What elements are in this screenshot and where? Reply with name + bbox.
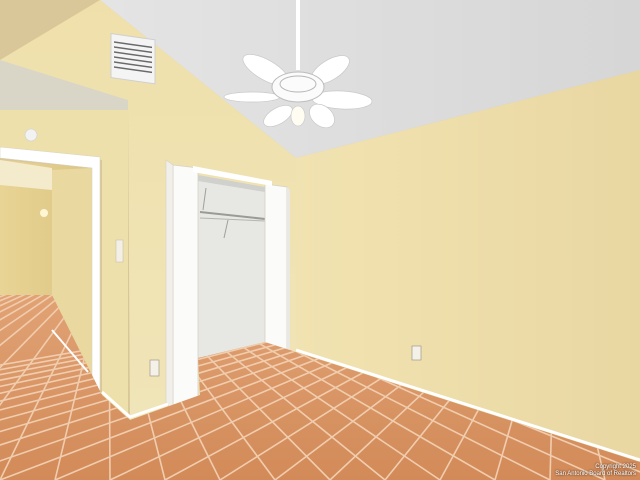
copyright-line-2: San Antonio Board of Realtors <box>555 471 636 477</box>
wall-outlet-right <box>411 345 422 361</box>
wall-outlet-left <box>149 359 160 377</box>
closet-door-right <box>264 183 288 367</box>
ac-vent <box>110 33 156 85</box>
copyright-line-1: Copyright 2025 <box>595 464 636 470</box>
closet-door-left <box>172 164 199 413</box>
fan-blade <box>223 91 281 103</box>
light-switch <box>115 239 124 263</box>
smoke-detector <box>24 128 38 142</box>
hall-light-fixture <box>40 209 48 217</box>
copyright-watermark: Copyright 2025 San Antonio Board of Real… <box>555 464 636 478</box>
room-photo <box>0 0 640 480</box>
fan-light <box>290 105 306 127</box>
